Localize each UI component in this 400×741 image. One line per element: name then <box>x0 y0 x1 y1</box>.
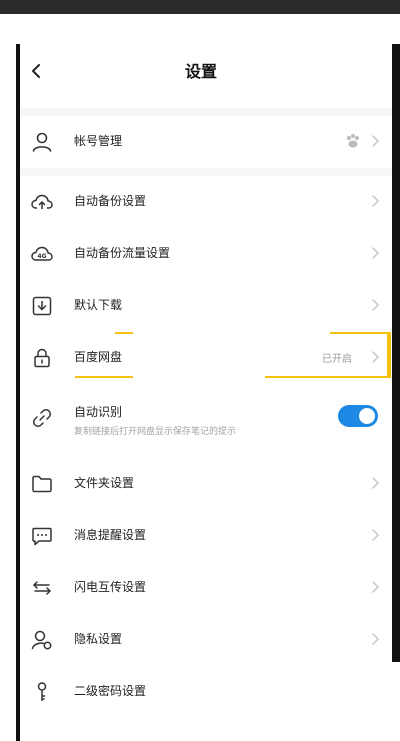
chevron-right-icon <box>370 631 380 647</box>
highlight-marker <box>265 376 387 378</box>
chevron-right-icon <box>370 475 380 491</box>
privacy-settings-row[interactable]: 隐私设置 <box>20 614 392 666</box>
auto-backup-traffic-row[interactable]: 4G 自动备份流量设置 <box>20 228 392 280</box>
download-icon <box>30 294 54 318</box>
settings-panel: 设置 帐号管理 自动备份设置 4G 自动备份流量设置 默认下载 百度网盘 已开启… <box>20 44 392 741</box>
folder-settings-row[interactable]: 文件夹设置 <box>20 458 392 510</box>
folder-icon <box>30 472 54 496</box>
highlight-marker <box>330 332 387 334</box>
user-icon <box>30 130 54 154</box>
chevron-right-icon <box>370 133 380 149</box>
chevron-right-icon <box>370 349 380 365</box>
secondary-password-label: 二级密码设置 <box>74 684 147 698</box>
key-icon <box>30 680 54 704</box>
auto-identify-toggle[interactable] <box>338 405 378 427</box>
account-management-row[interactable]: 帐号管理 <box>20 116 392 168</box>
cloud-4g-icon: 4G <box>30 242 54 266</box>
chat-icon <box>30 524 54 548</box>
bottom-margin <box>180 662 400 741</box>
status-bar <box>0 0 400 14</box>
chevron-right-icon <box>370 579 380 595</box>
default-download-label: 默认下载 <box>74 298 123 312</box>
left-margin <box>0 14 16 741</box>
highlight-marker <box>115 332 133 334</box>
privacy-user-icon <box>30 628 54 652</box>
baidu-netdisk-label: 百度网盘 <box>74 350 123 364</box>
auto-backup-settings-row[interactable]: 自动备份设置 <box>20 176 392 228</box>
cloud-upload-icon <box>30 190 54 214</box>
auto-identify-label: 自动识别 <box>74 405 123 419</box>
right-frame-edge <box>392 44 400 662</box>
default-download-row[interactable]: 默认下载 <box>20 280 392 332</box>
chevron-right-icon <box>370 297 380 313</box>
highlight-marker <box>75 376 133 378</box>
chevron-right-icon <box>370 527 380 543</box>
flash-transfer-row[interactable]: 闪电互传设置 <box>20 562 392 614</box>
auto-backup-traffic-label: 自动备份流量设置 <box>74 246 171 260</box>
folder-settings-label: 文件夹设置 <box>74 476 135 490</box>
transfer-icon <box>30 576 54 600</box>
toggle-knob <box>359 408 375 424</box>
flash-transfer-label: 闪电互传设置 <box>74 580 147 594</box>
chevron-right-icon <box>370 193 380 209</box>
auto-identify-description: 复制链接后打开网盘显示保存笔记的提示 <box>74 427 237 437</box>
svg-text:4G: 4G <box>37 253 46 260</box>
account-management-label: 帐号管理 <box>74 134 123 148</box>
header: 设置 <box>20 44 392 108</box>
link-icon <box>30 406 54 430</box>
baidu-netdisk-status: 已开启 <box>322 354 352 365</box>
notification-settings-label: 消息提醒设置 <box>74 528 147 542</box>
lock-icon <box>30 346 54 370</box>
section-divider <box>20 108 392 116</box>
auto-identify-row: 自动识别 复制链接后打开网盘显示保存笔记的提示 <box>20 390 392 448</box>
section-divider <box>20 168 392 176</box>
page-title: 设置 <box>184 62 217 81</box>
highlight-marker <box>387 332 391 378</box>
baidu-paw-icon <box>344 132 362 150</box>
chevron-right-icon <box>370 245 380 261</box>
privacy-settings-label: 隐私设置 <box>74 632 123 646</box>
auto-backup-settings-label: 自动备份设置 <box>74 194 147 208</box>
notification-settings-row[interactable]: 消息提醒设置 <box>20 510 392 562</box>
